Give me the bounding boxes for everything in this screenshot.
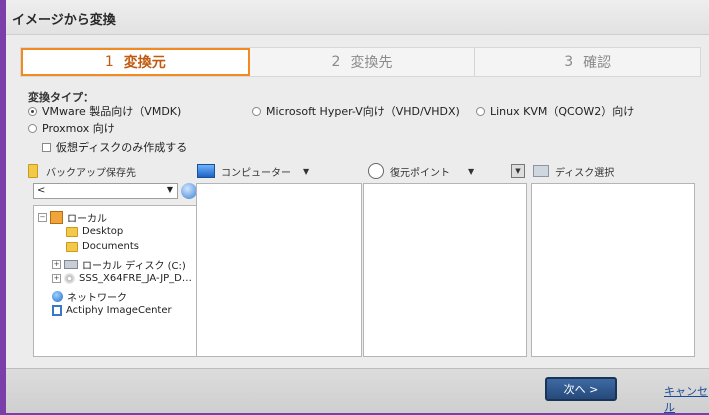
backup-location-header: バックアップ保存先 — [28, 160, 136, 182]
tree-item-local-disk[interactable]: + ローカル ディスク (C:) — [52, 257, 186, 272]
folder-tree: − ローカル Desktop Documents + ローカル ディスク (C:… — [33, 205, 197, 357]
radio-vmware-label: VMware 製品向け（VMDK) — [42, 105, 182, 118]
refresh-icon[interactable] — [181, 183, 197, 199]
restore-point-list[interactable] — [363, 183, 527, 357]
tree-item-label: ローカル ディスク (C:) — [82, 261, 186, 272]
virtual-disk-only-checkbox[interactable]: 仮想ディスクのみ作成する — [42, 139, 187, 155]
disk-select-header[interactable]: ▼ ディスク選択 — [511, 160, 614, 182]
tree-item-local[interactable]: − ローカル — [38, 210, 107, 225]
dropdown-toggle-icon[interactable]: ▼ — [511, 164, 525, 178]
tree-item-label: ローカル — [67, 214, 107, 225]
checkbox-icon — [42, 143, 51, 152]
tree-item-label: Desktop — [82, 226, 124, 237]
next-button[interactable]: 次へ > — [545, 377, 617, 401]
home-icon — [50, 211, 63, 224]
radio-proxmox-label: Proxmox 向け — [42, 122, 115, 135]
tree-item-label: ネットワーク — [67, 293, 127, 304]
wizard-steps: 1 変換元 2 変換先 3 確認 — [20, 47, 701, 77]
collapse-icon[interactable]: − — [38, 213, 47, 222]
step-number: 2 — [331, 54, 341, 70]
step-destination: 2 変換先 — [250, 48, 476, 76]
monitor-icon — [197, 164, 215, 178]
tree-item-label: Actiphy ImageCenter — [66, 305, 172, 316]
virtual-disk-only-label: 仮想ディスクのみ作成する — [56, 141, 188, 154]
radio-hyperv[interactable]: Microsoft Hyper-V向け（VHD/VHDX) — [252, 103, 460, 119]
radio-kvm[interactable]: Linux KVM（QCOW2）向け — [476, 103, 634, 119]
tree-item-documents[interactable]: Documents — [66, 241, 139, 252]
step-label: 変換先 — [350, 55, 393, 71]
location-select[interactable]: < ▼ — [33, 183, 178, 199]
radio-icon — [28, 124, 37, 133]
chevron-down-icon[interactable]: ▼ — [468, 167, 474, 176]
location-value: < — [37, 185, 46, 196]
radio-selected-icon — [28, 107, 37, 116]
folder-icon — [66, 241, 78, 252]
step-label: 確認 — [583, 55, 612, 71]
radio-kvm-label: Linux KVM（QCOW2）向け — [490, 105, 635, 118]
backup-location-label: バックアップ保存先 — [46, 167, 136, 179]
computer-label: コンピューター — [221, 167, 291, 179]
disk-icon — [533, 165, 549, 177]
folder-icon — [66, 226, 78, 237]
computer-header[interactable]: コンピューター ▼ — [197, 160, 309, 182]
clock-icon — [368, 163, 384, 179]
radio-icon — [476, 107, 485, 116]
tree-item-desktop[interactable]: Desktop — [66, 226, 123, 237]
radio-vmware[interactable]: VMware 製品向け（VMDK) — [28, 103, 181, 119]
network-icon — [52, 291, 63, 302]
disk-list[interactable] — [531, 183, 695, 357]
step-label: 変換元 — [123, 55, 166, 71]
window-title: イメージから変換 — [12, 13, 116, 28]
step-number: 3 — [564, 54, 574, 70]
drive-icon — [64, 260, 78, 269]
radio-icon — [252, 107, 261, 116]
restore-point-header[interactable]: 復元ポイント ▼ — [368, 160, 474, 182]
book-folder-icon — [28, 164, 38, 178]
imagecenter-icon — [52, 305, 62, 316]
step-number: 1 — [104, 54, 114, 70]
step-confirm: 3 確認 — [475, 48, 700, 76]
restore-point-label: 復元ポイント — [390, 167, 450, 179]
radio-proxmox[interactable]: Proxmox 向け — [28, 120, 115, 136]
title-bar: イメージから変換 — [6, 0, 709, 35]
radio-hyperv-label: Microsoft Hyper-V向け（VHD/VHDX) — [266, 105, 460, 118]
dialog-window: イメージから変換 1 変換元 2 変換先 3 確認 変換タイプ： VMware … — [6, 0, 709, 415]
step-source: 1 変換元 — [21, 48, 250, 76]
tree-item-label: Documents — [82, 241, 140, 252]
disk-select-label: ディスク選択 — [555, 167, 615, 179]
disc-icon — [64, 273, 75, 284]
expand-icon[interactable]: + — [52, 260, 61, 269]
chevron-down-icon[interactable]: ▼ — [303, 167, 309, 176]
tree-item-label: SSS_X64FRE_JA-JP_D… — [79, 273, 192, 284]
tree-item-imagecenter[interactable]: Actiphy ImageCenter — [52, 305, 172, 316]
computer-list[interactable] — [196, 183, 362, 357]
chevron-down-icon[interactable]: ▼ — [167, 185, 173, 194]
tree-item-disc[interactable]: + SSS_X64FRE_JA-JP_D… — [52, 273, 192, 284]
cancel-link[interactable]: キャンセル — [664, 383, 709, 415]
tree-item-network[interactable]: ネットワーク — [52, 289, 127, 304]
expand-icon[interactable]: + — [52, 274, 61, 283]
